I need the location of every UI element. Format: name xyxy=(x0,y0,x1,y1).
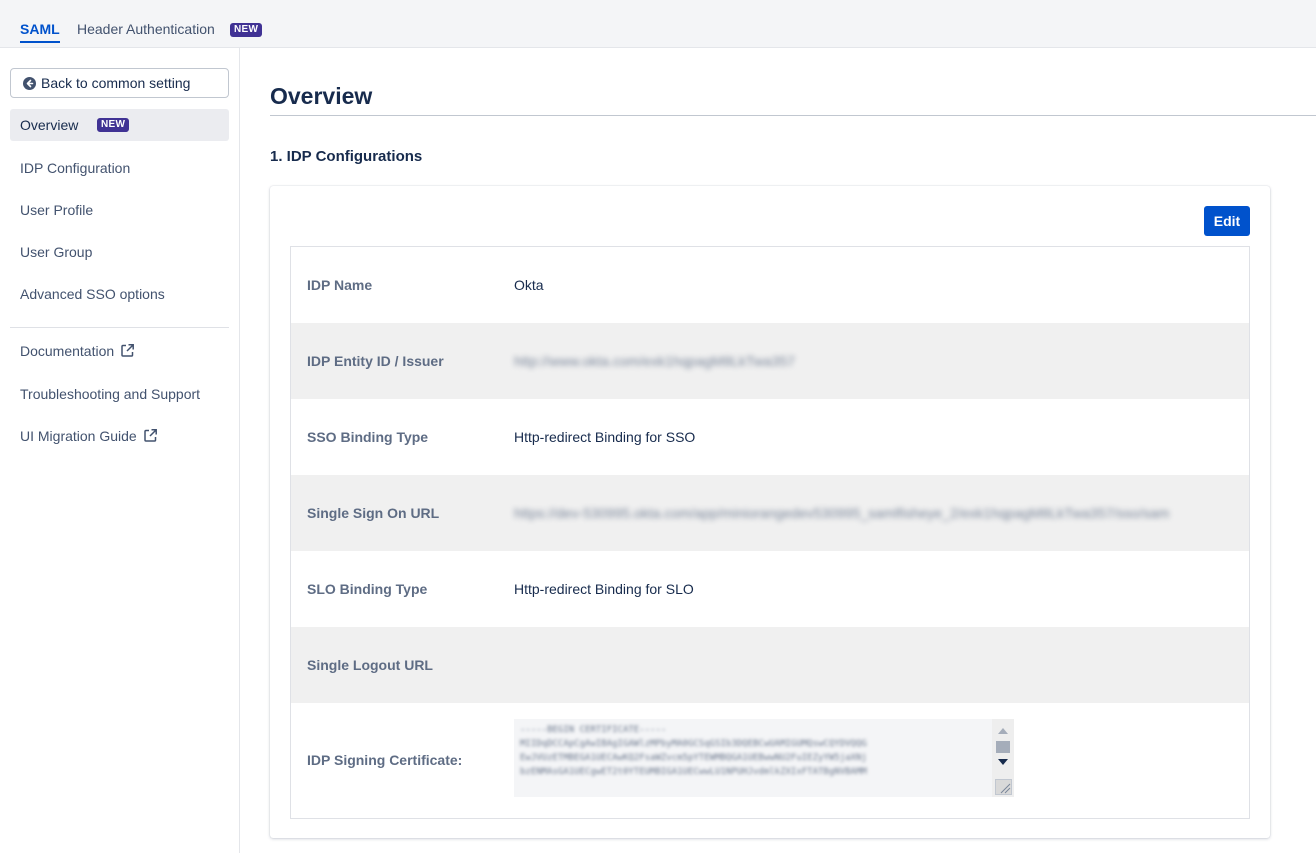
new-badge: NEW xyxy=(230,23,263,37)
row-value: Http-redirect Binding for SLO xyxy=(514,581,694,597)
external-link-icon xyxy=(143,428,158,446)
sidebar-link-label: Documentation xyxy=(20,343,115,359)
table-row-single-sign-on-url: Single Sign On URL https://dev-530995.ok… xyxy=(291,475,1249,551)
edit-button[interactable]: Edit xyxy=(1204,206,1250,236)
table-row-sso-binding-type: SSO Binding Type Http-redirect Binding f… xyxy=(291,399,1249,475)
row-key: Single Sign On URL xyxy=(307,505,440,521)
tab-saml[interactable]: SAML xyxy=(20,19,60,43)
sidebar-item-label: Advanced SSO options xyxy=(20,286,165,302)
sidebar-item-user-profile[interactable]: User Profile xyxy=(10,194,229,226)
top-tab-bar: SAML Header Authentication NEW xyxy=(0,0,1316,48)
table-row-idp-name: IDP Name Okta xyxy=(291,247,1249,323)
sidebar: Back to common setting Overview NEW IDP … xyxy=(0,48,240,853)
idp-details-table: IDP Name Okta IDP Entity ID / Issuer htt… xyxy=(290,246,1250,819)
row-value: Okta xyxy=(514,277,544,293)
external-link-icon xyxy=(120,343,135,361)
page-title: Overview xyxy=(270,83,373,109)
scroll-down-icon[interactable] xyxy=(998,759,1008,765)
table-row-single-logout-url: Single Logout URL xyxy=(291,627,1249,703)
certificate-text: -----BEGIN CERTIFICATE----- MIIDqDCCApCg… xyxy=(520,725,867,777)
sidebar-item-label: User Group xyxy=(20,244,93,260)
row-value: Http-redirect Binding for SSO xyxy=(514,429,696,445)
scroll-up-icon[interactable] xyxy=(998,728,1008,734)
row-key: IDP Signing Certificate: xyxy=(307,752,463,768)
sidebar-item-label: Overview xyxy=(20,117,79,133)
new-badge: NEW xyxy=(97,118,130,132)
sidebar-item-user-group[interactable]: User Group xyxy=(10,236,229,268)
section-title: 1. IDP Configurations xyxy=(270,148,423,165)
row-value: https://dev-530995.okta.com/app/minioran… xyxy=(514,505,1170,521)
table-row-idp-entity-id: IDP Entity ID / Issuer http://www.okta.c… xyxy=(291,323,1249,399)
row-value: http://www.okta.com/exk1hqpagM8LkTwa357 xyxy=(514,353,795,369)
certificate-textarea[interactable]: -----BEGIN CERTIFICATE----- MIIDqDCCApCg… xyxy=(514,719,1014,797)
tab-header-authentication[interactable]: Header Authentication xyxy=(77,19,215,39)
sidebar-divider xyxy=(10,327,229,328)
row-key: SSO Binding Type xyxy=(307,429,429,445)
back-to-common-setting-button[interactable]: Back to common setting xyxy=(10,68,229,98)
sidebar-item-label: User Profile xyxy=(20,202,94,218)
sidebar-link-label: Troubleshooting and Support xyxy=(20,386,201,402)
certificate-scrollbar[interactable] xyxy=(992,719,1014,797)
sidebar-item-idp-configuration[interactable]: IDP Configuration xyxy=(10,152,229,184)
row-key: SLO Binding Type xyxy=(307,581,428,597)
table-row-idp-signing-certificate: IDP Signing Certificate: -----BEGIN CERT… xyxy=(291,703,1249,817)
row-key: IDP Name xyxy=(307,277,373,293)
arrow-left-circle-icon xyxy=(23,77,36,90)
sidebar-link-troubleshooting-and-support[interactable]: Troubleshooting and Support xyxy=(10,378,229,410)
table-row-slo-binding-type: SLO Binding Type Http-redirect Binding f… xyxy=(291,551,1249,627)
sidebar-link-documentation[interactable]: Documentation xyxy=(10,335,229,367)
sidebar-link-ui-migration-guide[interactable]: UI Migration Guide xyxy=(10,420,229,452)
sidebar-link-label: UI Migration Guide xyxy=(20,428,137,444)
title-divider xyxy=(270,115,1316,116)
back-button-label: Back to common setting xyxy=(41,75,191,91)
row-key: Single Logout URL xyxy=(307,657,433,673)
sidebar-item-overview[interactable]: Overview NEW xyxy=(10,109,229,141)
idp-configurations-card: Edit IDP Name Okta IDP Entity ID / Issue… xyxy=(270,186,1270,838)
scroll-thumb[interactable] xyxy=(996,741,1010,753)
sidebar-item-label: IDP Configuration xyxy=(20,160,131,176)
sidebar-item-advanced-sso-options[interactable]: Advanced SSO options xyxy=(10,278,229,310)
resize-grip-icon[interactable] xyxy=(995,779,1012,795)
row-key: IDP Entity ID / Issuer xyxy=(307,353,444,369)
